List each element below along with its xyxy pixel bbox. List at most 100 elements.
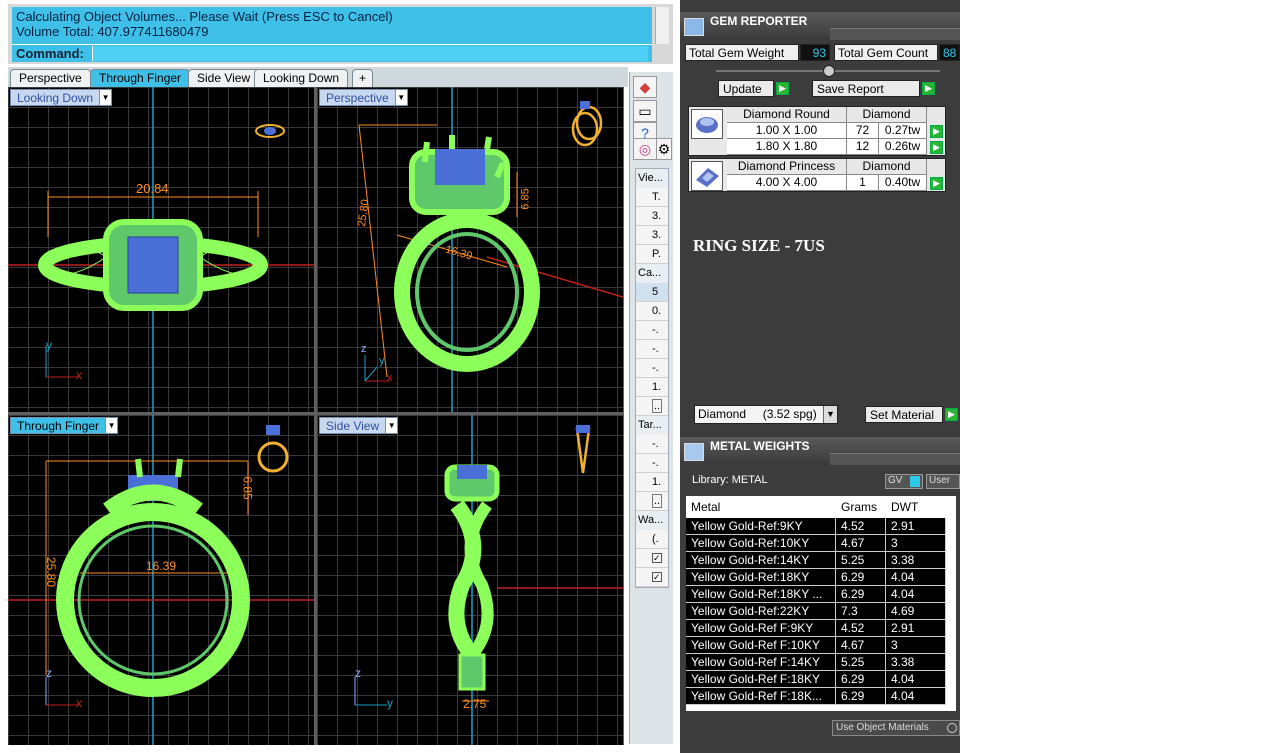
property-row[interactable]: 3. [636,226,668,245]
section-label: Tar... [636,416,668,435]
viewport-title[interactable]: Through Finger ▼ [10,417,119,434]
gem-total-weight: 0.27tw [879,123,927,139]
table-row[interactable]: Yellow Gold-Ref F:14KY 5.25 3.38 [686,654,956,671]
grams-cell: 4.67 [836,535,886,552]
column-header: Metal [686,499,836,516]
splitter-handle-icon[interactable] [823,65,835,77]
dimension-head: 6.85 [240,476,255,500]
gear-icon[interactable]: ⚙ [656,138,672,160]
gem-shape: Diamond Princess [727,159,847,175]
more-button[interactable]: .. [652,494,663,508]
play-icon[interactable]: ▶ [930,141,943,154]
gv-toggle[interactable]: GV [885,474,923,489]
chevron-down-icon[interactable]: ▼ [385,418,398,433]
section-label: Ca... [636,264,668,283]
chevron-down-icon[interactable]: ▼ [99,90,112,105]
gem-reporter-header: GEM REPORTER [680,12,960,40]
history-line: Volume Total: 407.977411680479 [16,24,209,39]
command-area: Calculating Object Volumes... Please Wai… [8,4,673,64]
chevron-down-icon[interactable]: ▼ [823,406,837,423]
dwt-cell: 4.04 [886,671,946,688]
tab-perspective[interactable]: Perspective [10,69,91,87]
viewport-title[interactable]: Perspective ▼ [319,89,408,106]
table-row[interactable]: Yellow Gold-Ref F:10KY 4.67 3 [686,637,956,654]
dimension-head: 6.85 [519,188,532,210]
property-row[interactable]: -. [636,340,668,359]
add-tab-button[interactable]: + [352,69,374,87]
axis-y-label: y [379,355,385,367]
table-row[interactable]: Yellow Gold-Ref:14KY 5.25 3.38 [686,552,956,569]
gem-count: 72 [847,123,879,139]
property-row[interactable]: 1. [636,378,668,397]
tab-looking-down[interactable]: Looking Down [254,69,349,87]
use-object-materials-option[interactable]: Use Object Materials [832,720,960,736]
chevron-down-icon[interactable]: ▼ [105,418,118,433]
viewport-title[interactable]: Side View ▼ [319,417,399,434]
property-row[interactable]: 1. [636,473,668,492]
grams-cell: 5.25 [836,552,886,569]
monitor-icon[interactable]: ▭ [633,100,657,122]
grams-cell: 6.29 [836,586,886,603]
play-icon[interactable]: ▶ [945,408,958,421]
play-icon[interactable]: ▶ [930,125,943,138]
metal-weights-table: Metal Grams DWT Yellow Gold-Ref:9KY 4.52 2… [686,496,956,711]
radio-icon[interactable] [947,723,957,733]
property-row[interactable]: 5 [636,283,668,302]
gem-count: 1 [847,175,879,191]
property-row[interactable]: -. [636,454,668,473]
chevron-down-icon[interactable]: ▼ [394,90,407,105]
more-button[interactable]: .. [652,399,663,413]
property-row[interactable]: 0. [636,302,668,321]
play-icon[interactable]: ▶ [776,82,789,95]
color-wheel-icon[interactable]: ◎ [633,138,657,160]
checkbox[interactable]: ✓ [652,553,662,563]
metal-name-cell: Yellow Gold-Ref:22KY [686,603,836,620]
dimension-width: 20.84 [136,181,169,196]
save-report-button[interactable]: Save Report [812,80,920,97]
user-toggle[interactable]: User [926,474,960,489]
table-row[interactable]: Yellow Gold-Ref:22KY 7.3 4.69 [686,603,956,620]
property-row[interactable]: 3. [636,207,668,226]
gem-size: 1.00 X 1.00 [727,123,847,139]
property-row[interactable]: -. [636,321,668,340]
viewport-through-finger[interactable]: Through Finger ▼ 25.80 16.39 6.85 x z [8,415,314,745]
property-row[interactable]: ✓ [636,568,668,587]
panel-title: GEM REPORTER [710,14,808,28]
checkbox[interactable]: ✓ [652,572,662,582]
table-row[interactable]: Yellow Gold-Ref F:18K... 6.29 4.04 [686,688,956,705]
layer-icon[interactable]: ◆ [633,76,657,98]
table-row[interactable]: Yellow Gold-Ref:10KY 4.67 3 [686,535,956,552]
set-material-button[interactable]: Set Material [865,406,943,423]
property-row[interactable]: -. [636,435,668,454]
property-row[interactable]: (. [636,530,668,549]
command-input[interactable] [92,46,648,61]
update-button[interactable]: Update [718,80,774,97]
viewport-looking-down[interactable]: Looking Down ▼ 20.84 x y [8,87,314,412]
panel-tab-edge [830,453,960,465]
gem-reporter-icon [684,18,704,36]
play-icon[interactable]: ▶ [922,82,935,95]
property-row[interactable]: ✓ [636,549,668,568]
viewport-side-view[interactable]: Side View ▼ 2.75 y z [317,415,623,745]
command-prompt: Command: [16,46,84,61]
history-scrollbar[interactable] [655,7,669,44]
tab-through-finger[interactable]: Through Finger [90,69,191,87]
table-row[interactable]: Yellow Gold-Ref:9KY 4.52 2.91 [686,518,956,535]
dwt-cell: 3.38 [886,654,946,671]
tab-side-view[interactable]: Side View [188,69,260,87]
play-icon[interactable]: ▶ [930,177,943,190]
property-row[interactable]: -. [636,359,668,378]
material-select[interactable]: Diamond (3.52 spg) ▼ [694,405,838,424]
table-row[interactable]: Yellow Gold-Ref:18KY ... 6.29 4.04 [686,586,956,603]
property-row[interactable]: .. [636,397,668,416]
table-row[interactable]: Yellow Gold-Ref:18KY 6.29 4.04 [686,569,956,586]
viewport-title[interactable]: Looking Down ▼ [10,89,113,106]
command-line[interactable]: Command: [12,44,652,62]
property-row[interactable]: .. [636,492,668,511]
dwt-cell: 3 [886,637,946,654]
table-row[interactable]: Yellow Gold-Ref F:18KY 6.29 4.04 [686,671,956,688]
property-row[interactable]: T. [636,188,668,207]
property-row[interactable]: P. [636,245,668,264]
table-row[interactable]: Yellow Gold-Ref F:9KY 4.52 2.91 [686,620,956,637]
viewport-perspective[interactable]: Perspective ▼ 25.80 16.39 6.85 x y z [317,87,623,412]
